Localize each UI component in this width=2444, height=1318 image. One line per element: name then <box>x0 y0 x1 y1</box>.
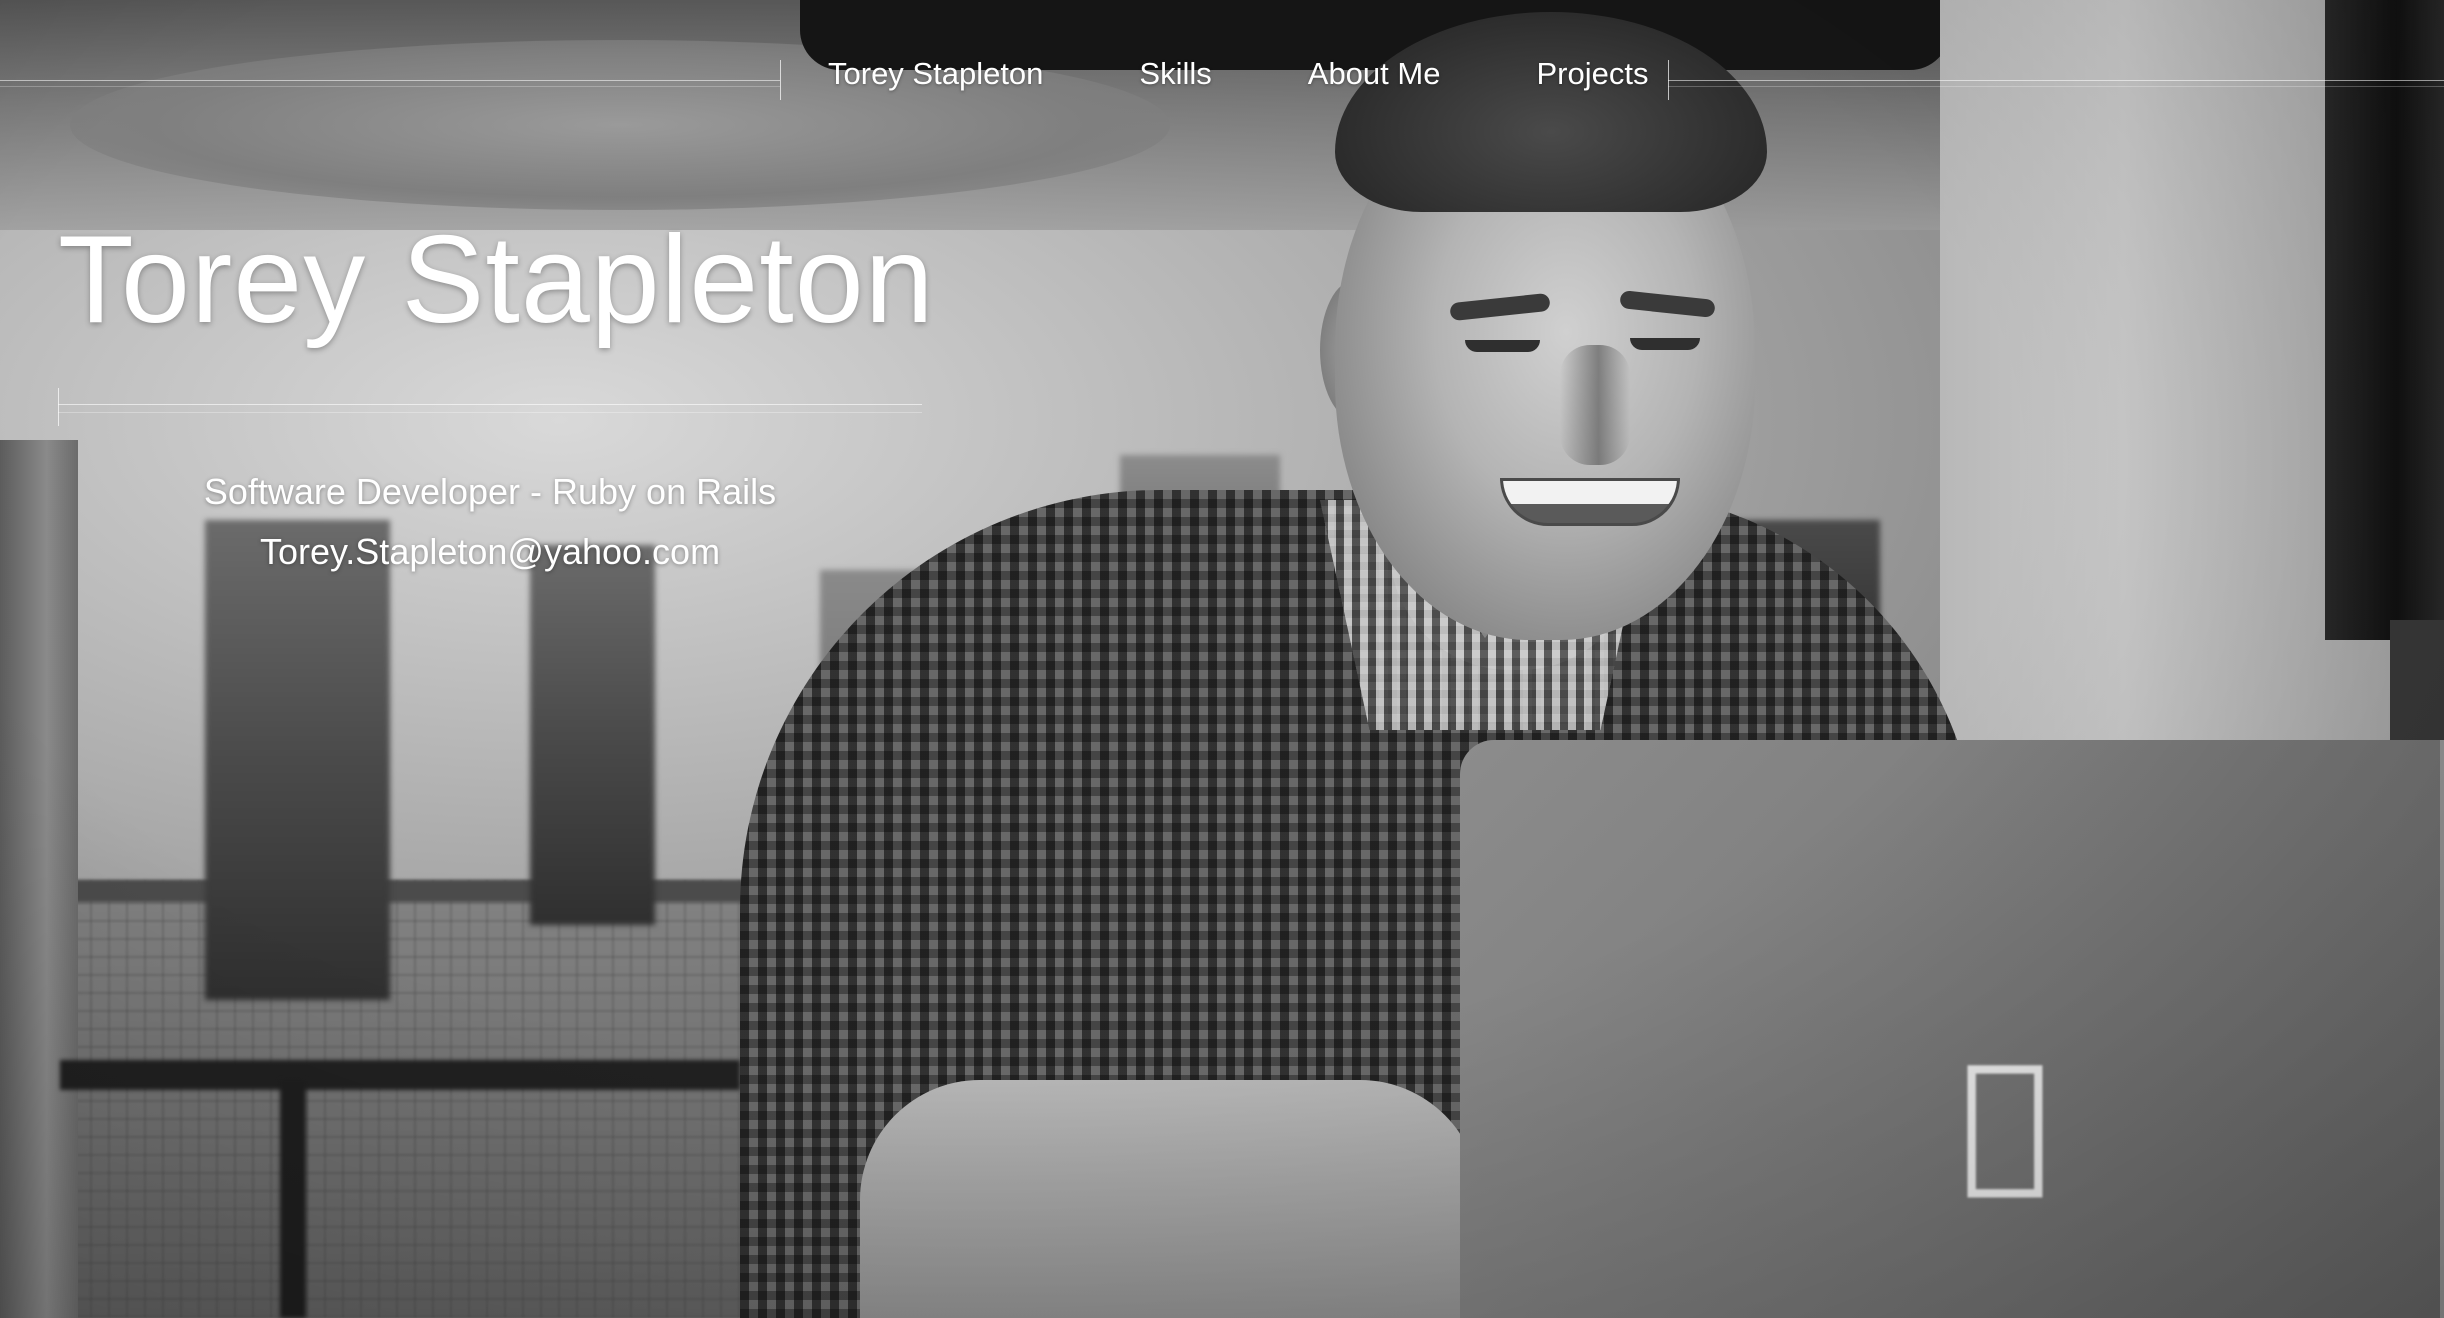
email-link[interactable]: Torey.Stapleton@yahoo.com <box>58 524 922 580</box>
nav-rule-left <box>0 80 780 81</box>
nav-rule-left-shadow <box>0 86 780 87</box>
nav-rule-right-shadow <box>1668 86 2444 87</box>
wall-painting-dark <box>2325 0 2444 640</box>
person-arm <box>860 1080 1480 1318</box>
nav-link-projects[interactable]: Projects <box>1536 56 1648 92</box>
nav-rule-right-end <box>1668 60 1669 100</box>
background-rail <box>70 880 810 902</box>
hero-divider-end <box>58 388 59 426</box>
wall-painting <box>205 520 390 1000</box>
cafe-table-leg <box>280 1080 306 1318</box>
hero-divider-shadow <box>58 412 922 413</box>
hero-subtitle: Software Developer - Ruby on Rails <box>203 471 777 512</box>
cafe-table-top <box>60 1060 740 1090</box>
nav-link-skills[interactable]: Skills <box>1139 56 1211 92</box>
hero-divider <box>58 404 922 405</box>
person-smile <box>1500 478 1680 526</box>
person-nose <box>1560 345 1630 465</box>
person-eye <box>1465 340 1540 352</box>
laptop <box>1460 740 2444 1318</box>
nav-link-home[interactable]: Torey Stapleton <box>828 56 1043 92</box>
apple-logo-icon:  <box>1935 1040 2075 1200</box>
hero-section:  Torey Stapleton Skills About Me Projec… <box>0 0 2444 1318</box>
wall-painting <box>530 545 655 925</box>
nav-rule-right <box>1668 80 2444 81</box>
nav-link-about-me[interactable]: About Me <box>1308 56 1441 92</box>
person-eye <box>1630 338 1700 350</box>
wall-frame-edge <box>2390 620 2444 740</box>
top-nav: Torey Stapleton Skills About Me Projects <box>780 46 1668 102</box>
hero-title: Torey Stapleton <box>58 211 935 349</box>
